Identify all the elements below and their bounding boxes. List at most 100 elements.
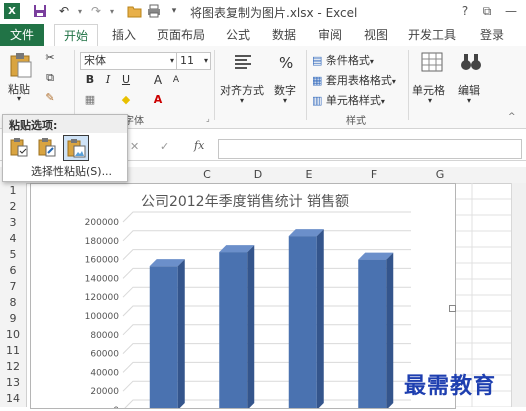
font-color-icon[interactable]: A	[150, 92, 166, 108]
bold-button[interactable]: B	[82, 72, 98, 88]
font-name-select[interactable]: 宋体 ▾	[80, 52, 177, 70]
watermark-text: 最需教育	[404, 373, 497, 399]
paste-option-values[interactable]	[37, 137, 57, 157]
redo-dropdown-icon[interactable]: ▾	[104, 3, 120, 19]
conditional-format-button[interactable]: ▤ 条件格式▾	[312, 52, 374, 68]
chevron-down-icon: ▾	[203, 56, 208, 65]
insert-function-icon[interactable]: fx	[194, 139, 204, 152]
excel-logo-icon: X	[4, 3, 20, 19]
format-as-table-label: 套用表格格式	[325, 74, 392, 87]
tab-file[interactable]: 文件	[0, 24, 44, 46]
chevron-down-icon: ▾	[380, 97, 385, 106]
chart-bar-front	[219, 252, 248, 410]
column-header[interactable]: D	[238, 167, 278, 183]
paste-option-keep-source[interactable]	[9, 137, 29, 157]
paste-special-link[interactable]: 选择性粘贴(S)...	[31, 163, 112, 179]
row-header[interactable]: 1	[0, 183, 26, 199]
tab-review[interactable]: 审阅	[310, 24, 350, 46]
chart-bar	[149, 259, 185, 410]
cancel-edit-icon[interactable]: ✕	[130, 140, 139, 153]
group-separator	[74, 50, 75, 120]
chevron-down-icon: ▾	[369, 57, 374, 66]
undo-dropdown-icon[interactable]: ▾	[72, 3, 88, 19]
chart-bar-front	[288, 236, 317, 410]
tab-page-layout[interactable]: 页面布局	[150, 24, 212, 46]
collapse-ribbon-icon[interactable]: ^	[508, 112, 516, 122]
editing-button[interactable]: 编辑 ▾	[456, 50, 486, 110]
save-icon[interactable]	[32, 3, 48, 19]
open-folder-icon[interactable]	[126, 3, 142, 19]
undo-icon[interactable]: ↶	[56, 3, 72, 19]
tab-insert[interactable]: 插入	[104, 24, 144, 46]
formula-input[interactable]	[218, 139, 522, 159]
format-as-table-button[interactable]: ▦ 套用表格格式▾	[312, 72, 396, 88]
tab-view[interactable]: 视图	[356, 24, 396, 46]
tab-data[interactable]: 数据	[264, 24, 304, 46]
row-header[interactable]: 6	[0, 263, 26, 279]
ribbon-display-icon[interactable]: ⧉	[478, 2, 496, 20]
format-painter-icon[interactable]: ✎	[42, 90, 58, 106]
table-format-icon: ▦	[312, 74, 323, 87]
y-tick-label: 20000	[90, 387, 119, 397]
vertical-scrollbar[interactable]	[511, 183, 526, 407]
customize-toolbar-icon[interactable]: ▾	[166, 3, 182, 19]
clipboard-paste-icon	[10, 53, 32, 78]
row-header[interactable]: 8	[0, 295, 26, 311]
confirm-edit-icon[interactable]: ✓	[160, 140, 169, 153]
paste-button[interactable]: 粘贴 ▾	[6, 50, 36, 103]
chart-bar-front	[149, 266, 178, 410]
row-header[interactable]: 12	[0, 359, 26, 375]
paste-options-header: 粘贴选项:	[9, 119, 58, 132]
row-header[interactable]: 14	[0, 391, 26, 407]
row-header[interactable]: 10	[0, 327, 26, 343]
tab-developer[interactable]: 开发工具	[402, 24, 462, 46]
row-header[interactable]: 11	[0, 343, 26, 359]
row-headers: 1 2 3 4 5 6 7 8 9 10 11 12 13 14	[0, 183, 27, 407]
tab-home[interactable]: 开始	[54, 24, 98, 48]
alignment-button[interactable]: 对齐方式 ▾	[220, 50, 266, 110]
italic-button[interactable]: I	[100, 72, 116, 88]
underline-button[interactable]: U	[118, 72, 134, 88]
help-icon[interactable]: ?	[456, 2, 474, 20]
cut-icon[interactable]: ✂	[42, 50, 58, 66]
row-header[interactable]: 9	[0, 311, 26, 327]
row-header[interactable]: 3	[0, 215, 26, 231]
percent-icon: %	[279, 54, 294, 72]
cell-styles-label: 单元格样式	[325, 94, 381, 107]
sign-in-link[interactable]: 登录	[472, 24, 512, 46]
column-header[interactable]: E	[278, 167, 340, 183]
row-header[interactable]: 13	[0, 375, 26, 391]
chart-bar-side	[247, 245, 255, 410]
copy-icon[interactable]: ⧉	[42, 70, 58, 86]
chart-resize-handle[interactable]	[449, 305, 456, 312]
borders-icon[interactable]: ▦	[82, 92, 98, 108]
font-dialog-launcher-icon[interactable]: ⌟	[206, 114, 210, 123]
paste-option-picture[interactable]	[63, 135, 89, 161]
tab-formulas[interactable]: 公式	[218, 24, 258, 46]
chart-bar	[219, 245, 255, 410]
font-size-select[interactable]: 11 ▾	[176, 52, 211, 70]
grow-font-icon[interactable]: A	[150, 72, 166, 88]
number-format-button[interactable]: % 数字 ▾	[272, 50, 302, 110]
print-icon[interactable]	[146, 3, 162, 19]
minimize-icon[interactable]: —	[502, 2, 520, 20]
fill-color-icon[interactable]: ◆	[118, 92, 134, 108]
cells-button[interactable]: 单元格 ▾	[412, 50, 452, 110]
y-tick-label: 100000	[85, 312, 120, 322]
chart-object[interactable]: 公司2012年季度销售统计 销售额 0 20000 40000 60000 80000 1…	[30, 183, 456, 411]
title-bar: X ↶ ▾ ↷ ▾ ▾ 将图表复制为图片.xlsx - Excel ? ⧉ —	[0, 0, 526, 24]
row-header[interactable]: 5	[0, 247, 26, 263]
row-header[interactable]: 4	[0, 231, 26, 247]
y-tick-label: 40000	[90, 368, 119, 378]
group-separator	[214, 50, 215, 120]
styles-group-label: 样式	[346, 116, 366, 127]
cell-styles-button[interactable]: ▥ 单元格样式▾	[312, 92, 385, 108]
row-header[interactable]: 2	[0, 199, 26, 215]
column-header[interactable]: F	[340, 167, 408, 183]
shrink-font-icon[interactable]: A	[168, 72, 184, 88]
column-header[interactable]: G	[408, 167, 472, 183]
column-header[interactable]: C	[176, 167, 238, 183]
redo-icon[interactable]: ↷	[88, 3, 104, 19]
row-header[interactable]: 7	[0, 279, 26, 295]
font-name-value: 宋体	[84, 54, 106, 67]
